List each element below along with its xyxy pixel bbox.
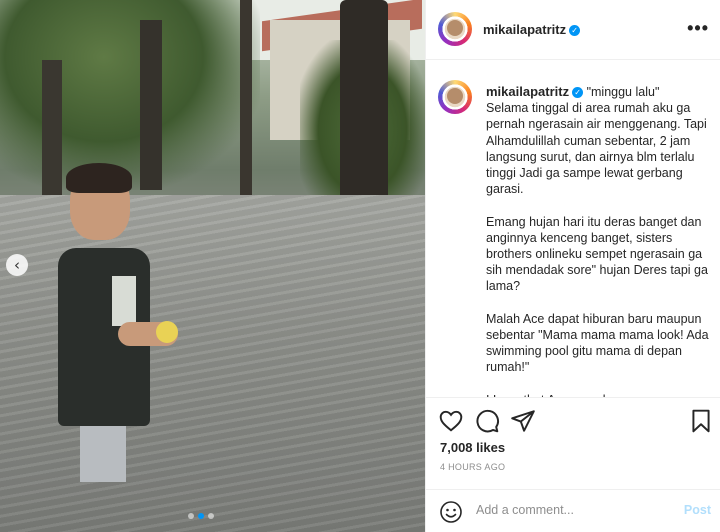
photo-tree-trunk: [340, 0, 388, 210]
carousel-prev-button[interactable]: ‹: [6, 254, 28, 276]
photo-boy-hair: [66, 163, 132, 193]
post-side-panel: mikailapatritz ✓ ••• mikailapatritz ✓ "min…: [425, 0, 720, 532]
username-text: mikailapatritz: [483, 22, 567, 37]
share-icon[interactable]: [510, 408, 536, 434]
chevron-left-icon: ‹: [14, 256, 20, 274]
carousel-dot: [208, 513, 214, 519]
comment-input[interactable]: [476, 503, 666, 517]
carousel-dot: [188, 513, 194, 519]
photo-tree-trunk: [240, 0, 252, 210]
carousel-dots: [188, 513, 214, 519]
photo-shirt-print: [112, 276, 136, 326]
post-comment-button[interactable]: Post: [684, 503, 711, 517]
caption-username[interactable]: mikailapatritz ✓: [486, 84, 584, 99]
caption-text: "minggu lalu" Selama tinggal di area rum…: [486, 85, 709, 397]
bookmark-icon[interactable]: [688, 408, 714, 434]
photo-trees-left: [0, 0, 260, 190]
comment-bar: Post: [426, 489, 720, 532]
username-text: mikailapatritz: [486, 84, 570, 99]
avatar[interactable]: [438, 80, 472, 114]
photo-boy-legs: [80, 420, 126, 482]
emoji-icon[interactable]: [439, 500, 463, 524]
comment-icon[interactable]: [474, 408, 500, 434]
caption-section: mikailapatritz ✓ "minggu lalu" Selama tin…: [426, 60, 720, 397]
post-actions: 7,008 likes 4 HOURS AGO Post: [426, 397, 720, 532]
more-icon[interactable]: •••: [687, 18, 709, 39]
post-header: mikailapatritz ✓ •••: [426, 0, 720, 60]
photo-tree-trunk: [140, 20, 162, 190]
photo-tree-trunk: [42, 60, 62, 200]
caption-block: mikailapatritz ✓ "minggu lalu" Selama tin…: [486, 84, 711, 397]
post-timestamp[interactable]: 4 HOURS AGO: [440, 462, 505, 472]
verified-icon: ✓: [572, 87, 584, 99]
verified-icon: ✓: [569, 25, 581, 37]
avatar[interactable]: [438, 12, 472, 46]
carousel-dot-active: [198, 513, 204, 519]
likes-count[interactable]: 7,008 likes: [440, 440, 505, 455]
post-photo[interactable]: ‹: [0, 0, 425, 532]
heart-icon[interactable]: [438, 408, 464, 434]
photo-ball: [156, 321, 178, 343]
username-link[interactable]: mikailapatritz ✓: [483, 22, 581, 37]
